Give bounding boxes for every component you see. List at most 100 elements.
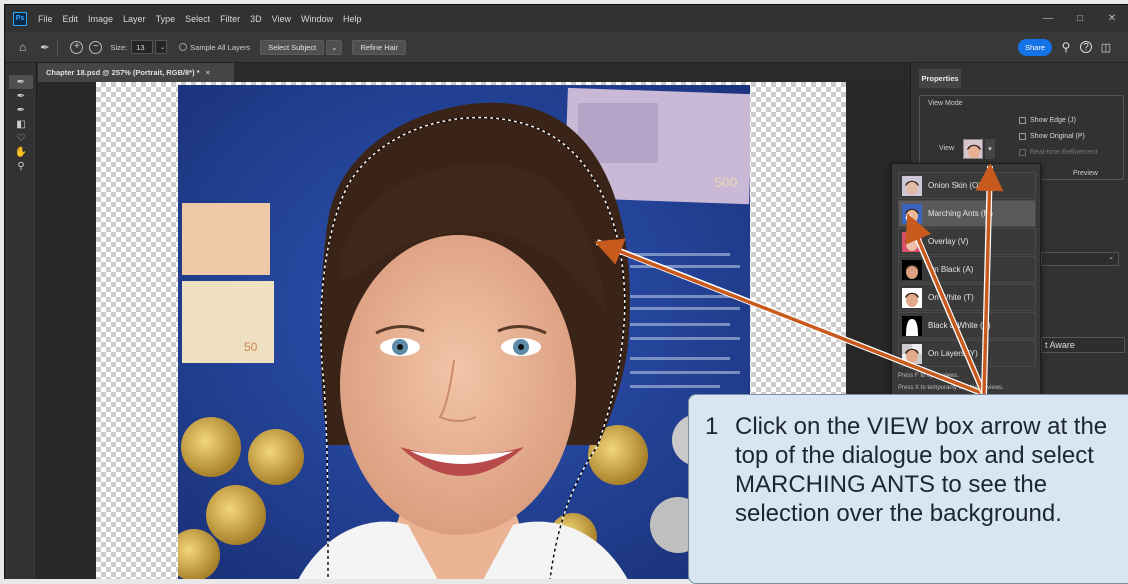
brush-tool-icon[interactable]: ✒: [40, 41, 49, 54]
menu-type[interactable]: Type: [151, 14, 181, 24]
document-tab[interactable]: Chapter 18.psd @ 257% (Portrait, RGB/8*)…: [38, 63, 234, 82]
show-original-checkbox[interactable]: Show Original (P): [1019, 133, 1085, 140]
view-mode-label: View Mode: [928, 100, 963, 107]
zoom-tool-icon[interactable]: ⚲: [5, 159, 37, 173]
callout-line: Click on the VIEW box arrow at the: [735, 413, 1108, 440]
close-tab-icon[interactable]: ×: [206, 68, 210, 77]
show-edge-checkbox[interactable]: Show Edge (J): [1019, 117, 1076, 124]
properties-tab[interactable]: Properties: [919, 69, 961, 88]
on-layers-thumb-icon: [902, 343, 922, 364]
view-option-label: Marching Ants (M): [928, 209, 993, 218]
select-subject-button[interactable]: Select Subject: [260, 39, 325, 55]
svg-text:500: 500: [714, 174, 738, 190]
lasso-tool-icon[interactable]: ♡: [5, 131, 37, 145]
view-option-overlay[interactable]: Overlay (V): [898, 228, 1036, 255]
menu-help[interactable]: Help: [338, 14, 367, 24]
callout-line: top of the dialogue box and select: [735, 442, 1094, 469]
overlay-thumb-icon: [902, 231, 922, 252]
onion-skin-thumb-icon: [902, 175, 922, 196]
divider: [57, 38, 59, 56]
view-option-label: On Layers (Y): [928, 349, 978, 358]
photoshop-logo-icon: Ps: [13, 11, 27, 26]
menu-edit[interactable]: Edit: [58, 14, 84, 24]
brush-tool-icon[interactable]: ✒: [5, 103, 37, 117]
show-original-label: Show Original (P): [1030, 133, 1085, 140]
svg-text:50: 50: [244, 340, 258, 354]
menu-bar: Ps File Edit Image Layer Type Select Fil…: [5, 5, 1128, 32]
add-to-selection-icon[interactable]: +: [70, 40, 84, 54]
document-tab-bar: Chapter 18.psd @ 257% (Portrait, RGB/8*)…: [38, 63, 918, 82]
home-icon[interactable]: ⌂: [19, 40, 26, 54]
view-option-on-layers[interactable]: On Layers (Y): [898, 340, 1036, 367]
portrait-image: 500 50: [178, 85, 750, 579]
dropdown-hint-2: Press X to temporarily disable all views…: [898, 385, 1004, 391]
view-option-onion-skin[interactable]: Onion Skin (O): [898, 172, 1036, 199]
sample-all-layers-checkbox[interactable]: Sample All Layers: [179, 43, 250, 52]
window-controls: — □ ✕: [1032, 5, 1128, 32]
workspace-icon[interactable]: ◫: [1097, 38, 1115, 56]
view-option-label: Overlay (V): [928, 237, 969, 246]
view-label: View: [939, 145, 955, 152]
show-edge-label: Show Edge (J): [1030, 117, 1076, 124]
search-icon[interactable]: ⚲: [1057, 38, 1075, 56]
callout-first-line: 1 Click on the VIEW box arrow at the: [705, 412, 1128, 441]
sample-all-layers-label: Sample All Layers: [190, 42, 251, 52]
view-thumbnail-image: [964, 140, 982, 158]
document-tab-title: Chapter 18.psd @ 257% (Portrait, RGB/8*)…: [46, 68, 200, 77]
realtime-refinement-checkbox[interactable]: Real-time Refinement: [1019, 149, 1098, 156]
menu-3d[interactable]: 3D: [245, 14, 267, 24]
subtract-from-selection-icon[interactable]: −: [89, 40, 103, 54]
view-option-label: Black & White (K): [928, 321, 991, 330]
select-subject-dropdown-icon[interactable]: ⌄: [326, 39, 343, 55]
view-dropdown-arrow-icon[interactable]: ▾: [985, 139, 995, 159]
black-and-white-thumb-icon: [902, 315, 922, 336]
view-mode-dropdown: Onion Skin (O) Marching Ants (M) Overlay…: [891, 163, 1041, 400]
tools-panel: ✒ ✒ ✒ ◧ ♡ ✋ ⚲: [5, 63, 37, 579]
size-label: Size:: [110, 42, 128, 52]
checkbox-icon: [1019, 117, 1026, 124]
options-bar: ⌂ ✒ + − Size: 13 ⌄ Sample All Layers Sel…: [5, 32, 1128, 63]
view-option-label: On Black (A): [928, 265, 974, 274]
callout-step-number: 1: [705, 413, 719, 440]
instruction-callout: 1 Click on the VIEW box arrow at the top …: [688, 394, 1128, 584]
view-thumbnail[interactable]: [963, 139, 983, 159]
portrait-photo[interactable]: 500 50: [178, 85, 750, 579]
quick-selection-tool-icon[interactable]: ✒: [9, 75, 33, 89]
realtime-refinement-label: Real-time Refinement: [1030, 149, 1098, 156]
help-icon[interactable]: ?: [1077, 38, 1095, 56]
menu-window[interactable]: Window: [296, 14, 338, 24]
callout-line: selection over the background.: [735, 500, 1062, 527]
menu-select[interactable]: Select: [180, 14, 215, 24]
content-aware-label: t Aware: [1045, 340, 1075, 350]
view-option-black-and-white[interactable]: Black & White (K): [898, 312, 1036, 339]
on-black-thumb-icon: [902, 259, 922, 280]
size-input[interactable]: 13: [131, 40, 154, 54]
preview-label: Preview: [1073, 170, 1098, 177]
marching-ants-thumb-icon: [902, 203, 922, 224]
view-option-label: Onion Skin (O): [928, 181, 981, 190]
size-dropdown-icon[interactable]: ⌄: [155, 40, 168, 54]
close-icon[interactable]: ✕: [1096, 5, 1128, 32]
on-white-thumb-icon: [902, 287, 922, 308]
view-option-on-black[interactable]: On Black (A): [898, 256, 1036, 283]
menu-file[interactable]: File: [33, 14, 58, 24]
maximize-icon[interactable]: □: [1064, 5, 1096, 32]
object-selection-tool-icon[interactable]: ◧: [5, 117, 37, 131]
menu-filter[interactable]: Filter: [215, 14, 245, 24]
refine-edge-brush-icon[interactable]: ✒: [5, 89, 37, 103]
callout-line: MARCHING ANTS to see the: [735, 471, 1048, 498]
view-option-on-white[interactable]: On White (T): [898, 284, 1036, 311]
refine-hair-button[interactable]: Refine Hair: [352, 39, 406, 55]
menu-image[interactable]: Image: [83, 14, 118, 24]
hand-tool-icon[interactable]: ✋: [5, 145, 37, 159]
panel-dropdown[interactable]: ⌄: [1041, 252, 1119, 266]
checkbox-icon: [179, 43, 188, 51]
content-aware-field[interactable]: t Aware: [1041, 337, 1125, 353]
menu-view[interactable]: View: [267, 14, 296, 24]
minimize-icon[interactable]: —: [1032, 5, 1064, 32]
dropdown-hint-1: Press F to cycle views.: [898, 373, 960, 379]
menu-layer[interactable]: Layer: [118, 14, 151, 24]
view-option-marching-ants[interactable]: Marching Ants (M): [898, 200, 1036, 227]
share-button[interactable]: Share: [1018, 39, 1052, 56]
view-option-label: On White (T): [928, 293, 974, 302]
